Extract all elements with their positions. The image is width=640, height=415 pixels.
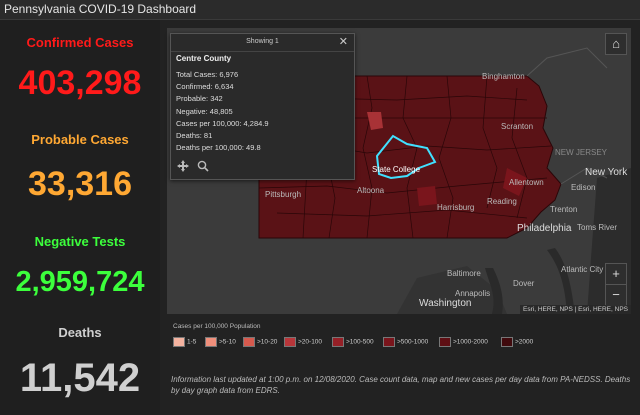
- place-baltimore: Baltimore: [447, 269, 481, 278]
- probable-value: 33,316: [28, 165, 132, 203]
- probable-label: Probable Cases: [31, 132, 129, 147]
- place-toms-river: Toms River: [577, 223, 618, 232]
- popup-header: Showing 1 ✕: [171, 34, 354, 52]
- move-icon[interactable]: [177, 160, 189, 172]
- deaths-value: 11,542: [19, 356, 141, 400]
- popup-line: Negative: 48,805: [176, 106, 233, 116]
- legend-label: >1000-2000: [453, 338, 488, 346]
- place-binghamton: Binghamton: [482, 72, 525, 81]
- popup-line: Cases per 100,000: 4,284.9: [176, 118, 269, 128]
- place-pittsburgh: Pittsburgh: [265, 190, 302, 199]
- legend-item: >2000: [501, 337, 533, 347]
- legend-label: >500-1000: [397, 338, 429, 346]
- place-new-jersey: NEW JERSEY: [555, 148, 608, 157]
- legend-item: >10-20: [243, 337, 277, 347]
- place-philadelphia: Philadelphia: [517, 223, 572, 234]
- zoom-out-button[interactable]: −: [605, 284, 627, 306]
- legend-swatch: [173, 337, 185, 347]
- popup-footer: [171, 155, 354, 178]
- legend-swatch: [332, 337, 344, 347]
- legend-title: Cases per 100,000 Population: [173, 323, 261, 330]
- popup-line: Total Cases: 6,976: [176, 70, 239, 79]
- popup-line: Probable: 342: [176, 94, 223, 104]
- place-state-college: State College: [372, 165, 421, 174]
- legend-item: >100-500: [332, 337, 374, 347]
- popup-line: Confirmed: 6,634: [176, 82, 234, 92]
- negative-value: 2,959,724: [15, 266, 145, 298]
- legend-item: >500-1000: [383, 337, 428, 347]
- legend-swatch: [439, 337, 451, 347]
- place-reading: Reading: [487, 197, 517, 206]
- place-altoona: Altoona: [357, 186, 385, 195]
- stats-panel: Confirmed Cases 403,298 Probable Cases 3…: [0, 20, 160, 415]
- place-new-york: New York: [585, 167, 628, 178]
- dashboard-title: Pennsylvania COVID-19 Dashboard: [4, 2, 197, 16]
- legend-swatch: [501, 337, 513, 347]
- place-trenton: Trenton: [550, 205, 578, 214]
- place-scranton: Scranton: [501, 122, 534, 131]
- zoom-in-button[interactable]: +: [605, 263, 627, 285]
- close-icon[interactable]: ✕: [339, 35, 348, 48]
- legend-swatch: [243, 337, 255, 347]
- place-dover: Dover: [513, 279, 535, 288]
- map-legend: Cases per 100,000 Population 1-5 >5-10 >…: [171, 323, 631, 353]
- legend-label: >5-10: [219, 338, 236, 346]
- home-icon[interactable]: ⌂: [605, 33, 627, 55]
- legend-swatch: [205, 337, 217, 347]
- legend-item: >20-100: [284, 337, 322, 347]
- confirmed-value: 403,298: [18, 64, 142, 102]
- popup-county-name: Centre County: [176, 54, 232, 63]
- legend-label: >2000: [515, 338, 534, 346]
- legend-label: 1-5: [187, 338, 197, 346]
- legend-item: >1000-2000: [439, 337, 488, 347]
- legend-item: >5-10: [205, 337, 236, 347]
- negative-label: Negative Tests: [34, 234, 126, 249]
- legend-swatch: [383, 337, 395, 347]
- legend-label: >10-20: [257, 338, 278, 346]
- place-harrisburg: Harrisburg: [437, 203, 475, 212]
- zoom-to-icon[interactable]: [197, 160, 209, 172]
- place-washington: Washington: [419, 298, 472, 309]
- popup-showing: Showing 1: [246, 38, 279, 45]
- place-atlantic-city: Atlantic City: [561, 265, 604, 274]
- legend-swatch: [284, 337, 296, 347]
- confirmed-label: Confirmed Cases: [26, 35, 134, 50]
- popup-details: Total Cases: 6,976 Confirmed: 6,634 Prob…: [176, 69, 269, 154]
- place-edison: Edison: [571, 183, 596, 192]
- place-allentown: Allentown: [509, 178, 544, 187]
- map-attribution: Esri, HERE, NPS | Esri, HERE, NPS: [520, 305, 631, 314]
- popup-line: Deaths per 100,000: 49.8: [176, 143, 261, 153]
- legend-label: >100-500: [346, 338, 374, 346]
- legend-label: >20-100: [298, 338, 323, 346]
- title-bar: Pennsylvania COVID-19 Dashboard: [0, 0, 640, 20]
- popup-line: Deaths: 81: [176, 131, 213, 141]
- place-annapolis: Annapolis: [455, 289, 491, 298]
- deaths-label: Deaths: [58, 325, 102, 340]
- county-popup: Showing 1 ✕ Centre County Total Cases: 6…: [170, 33, 355, 180]
- legend-item: 1-5: [173, 337, 196, 347]
- update-info: Information last updated at 1:00 p.m. on…: [171, 375, 631, 395]
